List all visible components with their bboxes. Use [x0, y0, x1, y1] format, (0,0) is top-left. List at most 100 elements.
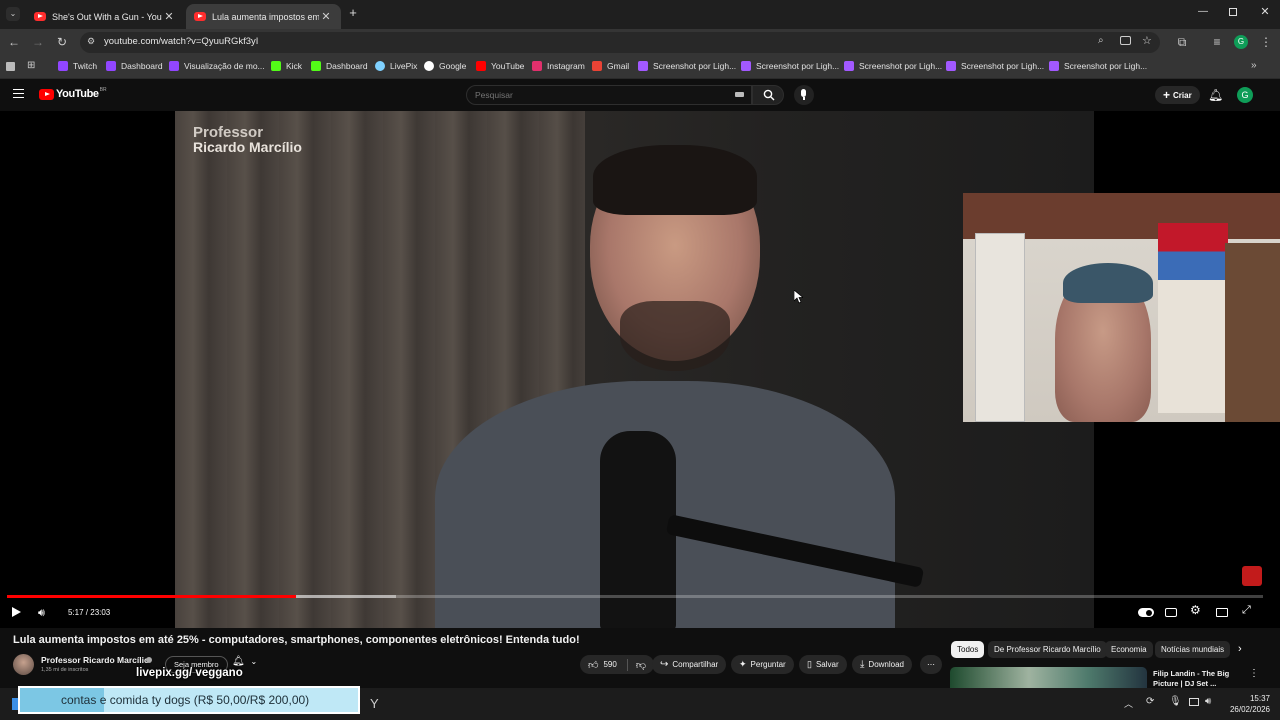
chip-economia[interactable]: Economia: [1105, 641, 1153, 658]
bookmark-label: Google: [439, 61, 467, 71]
subtitles-icon[interactable]: [1165, 608, 1177, 617]
channel-name[interactable]: Professor Ricardo Marcílio: [41, 655, 149, 665]
play-button[interactable]: [12, 606, 21, 620]
cast-icon[interactable]: [1120, 36, 1131, 45]
search-icon: [763, 89, 775, 101]
voice-search-button[interactable]: [794, 85, 814, 105]
save-button[interactable]: ▯ Salvar: [799, 655, 847, 674]
tab-shes-out-with-a-gun[interactable]: She's Out With a Gun - YouTube ✕: [26, 4, 184, 29]
theater-mode-icon[interactable]: [1216, 608, 1228, 617]
lightshot-icon: [741, 61, 751, 71]
tray-monitor-icon[interactable]: [1189, 698, 1199, 706]
recommended-title-line-1[interactable]: Filip Landin - The Big: [1153, 669, 1229, 678]
watermark-line-1: Professor: [193, 124, 264, 141]
forward-icon[interactable]: →: [30, 34, 46, 50]
account-avatar[interactable]: G: [1237, 87, 1253, 103]
chip-from-channel[interactable]: De Professor Ricardo Marcílio: [988, 641, 1107, 658]
video-frame[interactable]: Professor Ricardo Marcílio: [175, 111, 1094, 628]
search-input[interactable]: [475, 88, 725, 102]
tab-media-icon[interactable]: ≡: [1209, 34, 1225, 50]
back-icon[interactable]: ←: [6, 34, 22, 50]
bookmark-screenshot-5[interactable]: Screenshot por Ligh...: [1049, 61, 1147, 71]
mute-button[interactable]: 🔊︎: [38, 605, 45, 620]
guide-menu-icon[interactable]: [13, 89, 24, 98]
bookmark-twitch[interactable]: Twitch: [58, 61, 97, 71]
tray-volume-icon[interactable]: 🔊︎: [1205, 696, 1211, 707]
recommended-more-icon[interactable]: ⋮: [1249, 668, 1259, 679]
clock-date[interactable]: 26/02/2026: [1222, 705, 1270, 714]
close-tab-icon[interactable]: ✕: [162, 10, 176, 23]
bookmark-kick-dashboard[interactable]: Dashboard: [311, 61, 368, 71]
site-info-icon[interactable]: ⚙: [87, 36, 95, 47]
channel-avatar[interactable]: [13, 654, 34, 675]
apps-grid-icon[interactable]: ⊞: [27, 60, 35, 71]
create-button[interactable]: + Criar: [1155, 86, 1200, 104]
bookmark-label: Screenshot por Ligh...: [961, 61, 1045, 71]
minimize-window-icon[interactable]: —: [1196, 6, 1210, 20]
webcam-overlay: [963, 193, 1280, 422]
bookmark-icon: ▯: [807, 659, 812, 669]
zoom-icon[interactable]: ⌕: [1098, 35, 1104, 46]
close-window-icon[interactable]: ✕: [1258, 5, 1272, 19]
restore-window-icon[interactable]: [1229, 8, 1237, 16]
bookmark-star-icon[interactable]: ☆: [1142, 34, 1152, 47]
progress-bar[interactable]: [7, 595, 1263, 598]
settings-gear-icon[interactable]: ⚙: [1190, 603, 1201, 617]
autoplay-toggle[interactable]: [1138, 608, 1154, 617]
chip-noticias-mundiais[interactable]: Notícias mundiais: [1155, 641, 1231, 658]
fullscreen-icon[interactable]: ⤢: [1242, 604, 1251, 617]
tray-mic-icon[interactable]: 🎙︎: [1169, 696, 1182, 707]
search-button[interactable]: [752, 85, 784, 105]
bell-icon: 🔔︎: [232, 656, 245, 667]
clock-time[interactable]: 15:37: [1222, 694, 1270, 703]
lightshot-icon: [844, 61, 854, 71]
bookmark-kick[interactable]: Kick: [271, 61, 302, 71]
like-button[interactable]: 👍︎ 590 👎︎: [580, 655, 654, 674]
new-tab-icon[interactable]: +: [346, 6, 360, 20]
keyboard-icon[interactable]: [735, 92, 744, 97]
extensions-icon[interactable]: ⧉: [1174, 34, 1190, 50]
thumbs-down-icon[interactable]: 👎︎: [636, 659, 646, 671]
tab-lula-aumenta-impostos[interactable]: Lula aumenta impostos em até 25% - YouTu…: [186, 4, 341, 29]
reload-icon[interactable]: ↻: [54, 34, 70, 50]
recommended-thumbnail[interactable]: [950, 667, 1147, 688]
bookmark-screenshot-4[interactable]: Screenshot por Ligh...: [946, 61, 1044, 71]
bookmark-livepix[interactable]: LivePix: [375, 61, 417, 71]
browser-toolbar: ← → ↻ ⚙ youtube.com/watch?v=QyuuRGkf3yI …: [0, 29, 1280, 55]
bookmark-screenshot-3[interactable]: Screenshot por Ligh...: [844, 61, 942, 71]
recommended-title-line-2[interactable]: Picture | DJ Set ...: [1153, 679, 1216, 688]
bookmark-visualizacao[interactable]: Visualização de mo...: [169, 61, 265, 71]
bookmark-instagram[interactable]: Instagram: [532, 61, 585, 71]
address-bar[interactable]: ⚙ youtube.com/watch?v=QyuuRGkf3yI ⌕ ☆: [80, 32, 1160, 53]
tab-search-dropdown-icon[interactable]: ⌄: [6, 7, 20, 21]
youtube-logo[interactable]: YouTube BR: [39, 87, 107, 100]
bookmark-gmail[interactable]: Gmail: [592, 61, 629, 71]
like-count: 590: [603, 660, 617, 669]
ask-button[interactable]: ✦ Perguntar: [731, 655, 794, 674]
sidebar-toggle-icon[interactable]: [6, 62, 15, 71]
bookmark-screenshot-1[interactable]: Screenshot por Ligh...: [638, 61, 736, 71]
bookmark-twitch-dashboard[interactable]: Dashboard: [106, 61, 163, 71]
chips-next-chevron-icon[interactable]: ›: [1238, 643, 1242, 655]
chip-all[interactable]: Todos: [951, 641, 985, 658]
share-button[interactable]: ↪ Compartilhar: [652, 655, 727, 674]
bookmark-screenshot-2[interactable]: Screenshot por Ligh...: [741, 61, 839, 71]
notifications-bell-icon[interactable]: 🔔︎: [1208, 88, 1223, 102]
more-actions-button[interactable]: ⋯: [920, 655, 942, 674]
tray-sync-icon[interactable]: ⟳: [1146, 696, 1154, 707]
download-button[interactable]: ⤓ Download: [852, 655, 912, 674]
microphone-prop: [600, 431, 676, 628]
kick-icon: [311, 61, 321, 71]
close-tab-icon[interactable]: ✕: [319, 10, 333, 23]
bookmark-label: Screenshot por Ligh...: [859, 61, 943, 71]
bookmark-google[interactable]: Google: [424, 61, 466, 71]
profile-avatar[interactable]: G: [1234, 35, 1248, 49]
bookmark-youtube[interactable]: YouTube: [476, 61, 524, 71]
search-box[interactable]: [466, 85, 752, 105]
chrome-menu-icon[interactable]: ⋮: [1258, 34, 1274, 50]
video-player[interactable]: Professor Ricardo Marcílio 🔊︎ 5:17 / 23:…: [0, 111, 1280, 628]
more-bookmarks-icon[interactable]: »: [1251, 60, 1257, 71]
download-icon: ⤓: [860, 659, 865, 670]
taskbar-y-icon[interactable]: Y: [370, 696, 379, 711]
tray-chevron-up-icon[interactable]: ︿: [1124, 697, 1133, 710]
